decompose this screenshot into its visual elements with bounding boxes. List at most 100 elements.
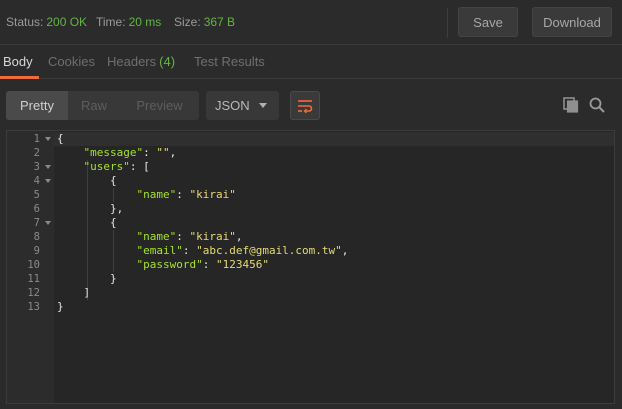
fold-toggle-icon[interactable] <box>45 165 51 169</box>
json-punctuation: : <box>176 188 190 201</box>
json-key: "name" <box>136 230 177 243</box>
wrap-lines-button[interactable] <box>290 91 320 120</box>
size-value: 367 B <box>203 15 236 29</box>
line-number: 4 <box>7 174 54 188</box>
format-select[interactable]: JSON <box>206 91 279 120</box>
tab-cookies[interactable]: Cookies <box>48 54 95 69</box>
view-mode-raw[interactable]: Raw <box>68 91 120 120</box>
json-punctuation: , <box>235 230 243 243</box>
time-info: Time: 20 ms <box>96 15 161 29</box>
toolbar-divider <box>447 8 448 38</box>
chevron-down-icon <box>259 103 267 108</box>
fold-toggle-icon[interactable] <box>45 179 51 183</box>
line-number: 2 <box>33 147 40 159</box>
search-icon <box>589 97 605 113</box>
json-punctuation: ] <box>57 286 91 299</box>
json-punctuation: : <box>143 146 157 159</box>
search-button[interactable] <box>588 96 606 114</box>
code-line: "name": "kirai" <box>57 188 348 202</box>
format-select-value: JSON <box>215 98 250 113</box>
body-toolbar: Pretty Raw Preview JSON <box>0 80 622 130</box>
json-punctuation: , <box>169 146 177 159</box>
code-line: "name": "kirai", <box>57 230 348 244</box>
json-key: "users" <box>83 160 130 173</box>
line-number: 7 <box>7 216 54 230</box>
fold-toggle-icon[interactable] <box>45 221 51 225</box>
status-info: Status: 200 OK <box>6 15 87 29</box>
json-punctuation: , <box>341 244 349 257</box>
line-number: 10 <box>27 259 40 271</box>
json-punctuation: }, <box>57 202 124 215</box>
line-number: 3 <box>7 160 54 174</box>
json-punctuation: : <box>176 230 190 243</box>
json-punctuation: : [ <box>129 160 150 173</box>
json-code: { "message": "", "users": [ { "name": "k… <box>57 132 348 314</box>
line-number: 12 <box>27 287 40 299</box>
json-key: "message" <box>83 146 144 159</box>
json-punctuation: { <box>57 174 117 187</box>
code-line: } <box>57 300 348 314</box>
json-punctuation <box>57 230 136 243</box>
json-string: "kirai" <box>189 230 236 243</box>
line-number: 8 <box>33 231 40 243</box>
line-number: 11 <box>27 273 40 285</box>
line-number: 6 <box>33 203 40 215</box>
line-number: 5 <box>33 189 40 201</box>
fold-toggle-icon[interactable] <box>45 137 51 141</box>
view-mode-selector: Pretty Raw Preview <box>6 91 199 120</box>
response-body-editor[interactable]: 1 2 3 4 5 6 7 8 9 10 11 12 13 { "message": "", "user… <box>6 130 615 404</box>
view-mode-preview[interactable]: Preview <box>120 91 199 120</box>
json-string: "kirai" <box>189 188 236 201</box>
code-line: { <box>57 132 348 146</box>
line-number: 13 <box>27 301 40 313</box>
json-punctuation <box>57 146 84 159</box>
json-string: "" <box>156 146 170 159</box>
code-line: { <box>57 216 348 230</box>
line-number: 9 <box>33 245 40 257</box>
view-mode-pretty[interactable]: Pretty <box>6 91 68 120</box>
json-punctuation: } <box>57 300 64 313</box>
json-string: "abc.def@gmail.com.tw" <box>196 244 342 257</box>
copy-button[interactable] <box>562 96 580 114</box>
download-button[interactable]: Download <box>532 7 612 37</box>
response-status-bar: Status: 200 OK Time: 20 ms Size: 367 B Save… <box>0 0 622 45</box>
active-tab-indicator <box>0 76 39 79</box>
code-line: "message": "", <box>57 146 348 160</box>
code-line: "users": [ <box>57 160 348 174</box>
json-string: "123456" <box>215 258 269 271</box>
json-punctuation: { <box>57 132 64 145</box>
time-label: Time: <box>96 15 126 29</box>
tab-headers[interactable]: Headers (4) <box>107 54 175 69</box>
status-label: Status: <box>6 15 44 29</box>
size-label: Size: <box>174 15 201 29</box>
size-info: Size: 367 B <box>174 15 235 29</box>
wrap-lines-icon <box>298 99 313 113</box>
headers-count: (4) <box>159 54 176 69</box>
tab-headers-label: Headers <box>107 54 157 69</box>
json-punctuation: { <box>57 216 117 229</box>
json-punctuation <box>57 188 136 201</box>
json-key: "name" <box>136 188 177 201</box>
code-line: ] <box>57 286 348 300</box>
tab-body[interactable]: Body <box>3 54 33 69</box>
json-punctuation: : <box>182 244 197 257</box>
json-punctuation <box>57 160 84 173</box>
code-line: { <box>57 174 348 188</box>
code-line: }, <box>57 202 348 216</box>
response-tabs: Body Cookies Headers (4) Test Results <box>0 46 622 79</box>
json-punctuation <box>57 258 136 271</box>
json-punctuation <box>57 244 136 257</box>
save-button[interactable]: Save <box>458 7 518 37</box>
json-key: "password" <box>136 258 203 271</box>
time-value: 20 ms <box>128 15 162 29</box>
json-punctuation: : <box>202 258 216 271</box>
status-value: 200 OK <box>46 15 88 29</box>
json-key: "email" <box>136 244 183 257</box>
copy-icon <box>563 97 579 113</box>
code-line: "email": "abc.def@gmail.com.tw", <box>57 244 348 258</box>
tab-test-results[interactable]: Test Results <box>194 54 265 69</box>
code-line: "password": "123456" <box>57 258 348 272</box>
line-number: 1 <box>7 132 54 146</box>
line-numbers: 1 2 3 4 5 6 7 8 9 10 11 12 13 <box>7 132 54 314</box>
json-punctuation: } <box>57 272 117 285</box>
